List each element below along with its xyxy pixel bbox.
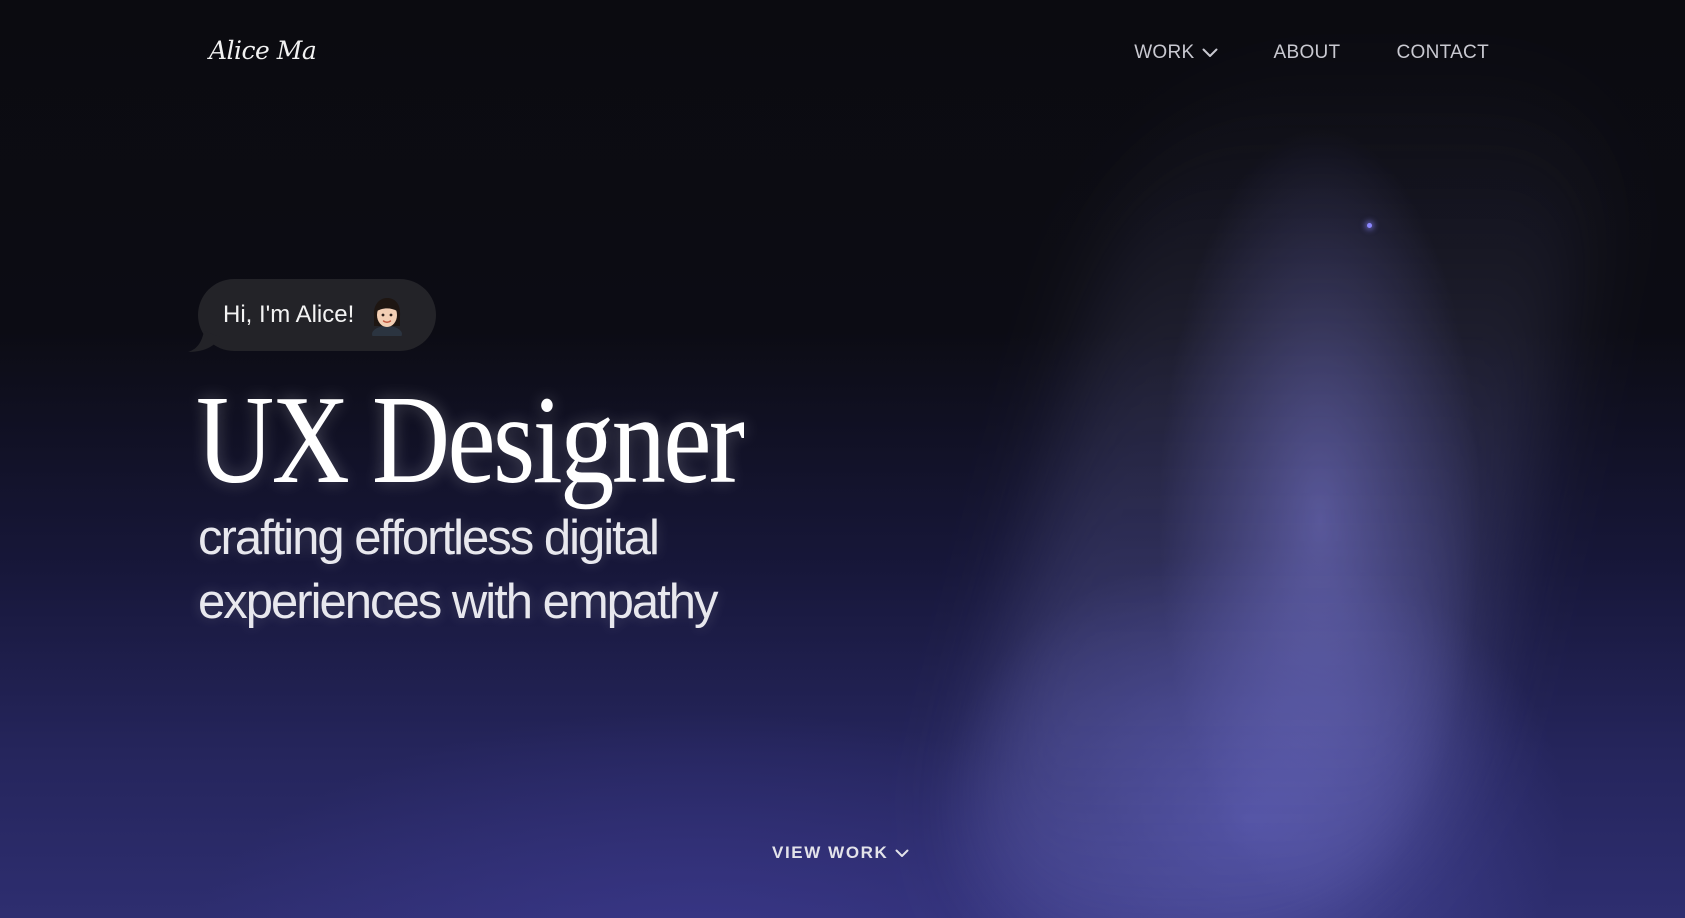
site-logo[interactable]: Alice Ma	[209, 36, 317, 65]
greeting-text: Hi, I'm Alice!	[223, 301, 355, 328]
view-work-button[interactable]: VIEW WORK	[772, 843, 909, 863]
light-beam-decoration	[927, 60, 1633, 918]
subtitle-line-1: crafting effortless digital	[198, 511, 660, 565]
nav-item-work[interactable]: WORK	[1134, 42, 1218, 64]
subtitle-line-2: experiences with empathy	[198, 575, 719, 629]
page-title: UX Designer	[196, 371, 745, 510]
page-subtitle: crafting effortless digital experiences …	[198, 506, 719, 634]
chevron-down-icon	[895, 849, 909, 857]
nav-item-about-label: ABOUT	[1273, 42, 1341, 63]
view-work-label: VIEW WORK	[772, 843, 889, 862]
bubble-tail	[188, 331, 220, 352]
nav-item-contact-label: CONTACT	[1396, 42, 1489, 63]
hero-page: Alice Ma WORK ABOUT CONTACT Hi, I'm Alic…	[0, 0, 1685, 918]
memoji-avatar-icon	[372, 298, 403, 336]
chevron-down-icon	[1202, 48, 1218, 57]
nav-item-work-label: WORK	[1134, 42, 1195, 63]
star-dot-decoration	[1367, 223, 1372, 228]
main-nav: WORK ABOUT CONTACT	[1134, 42, 1489, 64]
nav-item-contact[interactable]: CONTACT	[1396, 42, 1489, 64]
greeting-bubble: Hi, I'm Alice!	[188, 279, 436, 352]
nav-item-about[interactable]: ABOUT	[1274, 42, 1341, 64]
